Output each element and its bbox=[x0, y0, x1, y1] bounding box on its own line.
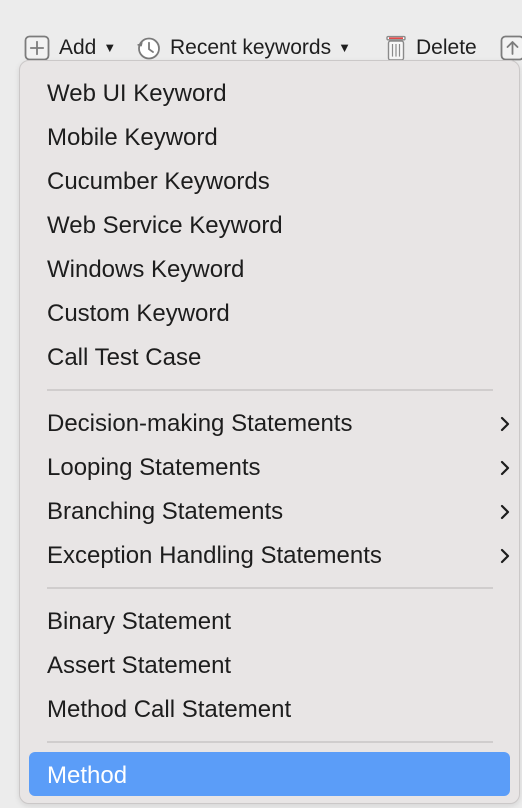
menu-item-branching-statements[interactable]: Branching Statements bbox=[47, 490, 510, 534]
chevron-right-icon bbox=[498, 402, 512, 446]
menu-item-label: Exception Handling Statements bbox=[47, 542, 382, 569]
menu-item-custom-keyword[interactable]: Custom Keyword bbox=[47, 292, 500, 336]
menu-item-exception-handling-statements[interactable]: Exception Handling Statements bbox=[47, 534, 510, 578]
menu-item-label: Cucumber Keywords bbox=[47, 168, 270, 195]
arrow-up-box-icon bbox=[500, 35, 522, 61]
menu-item-label: Assert Statement bbox=[47, 652, 232, 679]
chevron-right-icon bbox=[498, 534, 512, 578]
menu-item-web-service-keyword[interactable]: Web Service Keyword bbox=[47, 204, 500, 248]
menu-item-cucumber-keywords[interactable]: Cucumber Keywords bbox=[47, 160, 500, 204]
menu-item-label: Mobile Keyword bbox=[47, 124, 218, 151]
menu-item-label: Looping Statements bbox=[47, 454, 261, 481]
menu-separator bbox=[47, 587, 493, 589]
menu-separator bbox=[47, 741, 493, 743]
menu-item-label: Method Call Statement bbox=[47, 696, 292, 723]
menu-item-windows-keyword[interactable]: Windows Keyword bbox=[47, 248, 500, 292]
clock-history-icon bbox=[135, 35, 162, 62]
chevron-right-icon bbox=[498, 446, 512, 490]
menu-item-label: Branching Statements bbox=[47, 498, 284, 525]
plus-box-icon bbox=[24, 35, 50, 61]
menu-item-label: Decision-making Statements bbox=[47, 410, 353, 437]
menu-item-looping-statements[interactable]: Looping Statements bbox=[47, 446, 510, 490]
chevron-right-icon bbox=[498, 490, 512, 534]
menu-item-method-call-statement[interactable]: Method Call Statement bbox=[47, 688, 500, 732]
menu-item-label: Custom Keyword bbox=[47, 300, 230, 327]
menu-item-label: Web Service Keyword bbox=[47, 212, 283, 239]
menu-separator bbox=[47, 389, 493, 391]
add-dropdown-menu: Web UI Keyword Mobile Keyword Cucumber K… bbox=[19, 60, 520, 804]
menu-item-mobile-keyword[interactable]: Mobile Keyword bbox=[47, 116, 500, 160]
trash-icon bbox=[384, 34, 408, 62]
menu-item-label: Binary Statement bbox=[47, 608, 232, 635]
menu-item-web-ui-keyword[interactable]: Web UI Keyword bbox=[47, 72, 500, 116]
menu-item-label: Web UI Keyword bbox=[47, 80, 227, 107]
menu-item-method[interactable]: Method bbox=[47, 754, 500, 798]
menu-item-label: Call Test Case bbox=[47, 344, 202, 371]
menu-item-assert-statement[interactable]: Assert Statement bbox=[47, 644, 500, 688]
menu-item-label: Method bbox=[47, 762, 128, 789]
toolbar: Add ▼ Recent keywords ▼ Delete bbox=[0, 0, 522, 64]
menu-item-decision-making-statements[interactable]: Decision-making Statements bbox=[47, 402, 510, 446]
menu-item-label: Windows Keyword bbox=[47, 256, 245, 283]
menu-item-call-test-case[interactable]: Call Test Case bbox=[47, 336, 500, 380]
menu-item-binary-statement[interactable]: Binary Statement bbox=[47, 600, 500, 644]
